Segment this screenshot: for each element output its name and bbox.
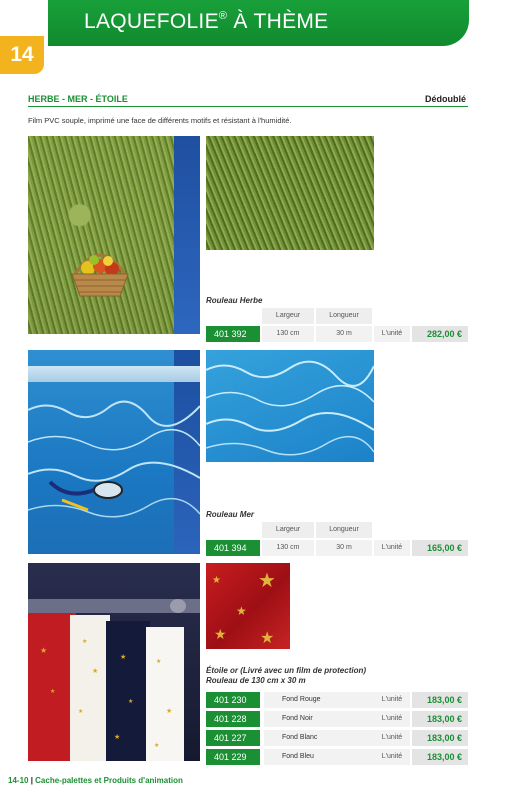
unit-label: L'unité <box>374 540 410 556</box>
sea-roll-photo <box>28 350 200 554</box>
unit-label: L'unité <box>374 749 410 765</box>
product-price: 183,00 € <box>412 730 468 746</box>
product-price: 282,00 € <box>412 326 468 342</box>
svg-text:★: ★ <box>258 570 276 592</box>
chapter-number-badge: 14 <box>0 36 44 74</box>
svg-text:★: ★ <box>128 698 133 705</box>
water-pattern <box>206 360 374 456</box>
water-pattern <box>28 400 200 518</box>
product-name-etoile: Étoile or (Livré avec un film de protect… <box>206 666 367 675</box>
product-ref: 401 227 <box>206 730 260 746</box>
variant-label: Fond Blanc <box>264 730 374 746</box>
length-header: Longueur <box>316 522 372 538</box>
svg-text:★: ★ <box>40 646 47 655</box>
svg-text:★: ★ <box>236 604 247 618</box>
product-price: 183,00 € <box>412 692 468 708</box>
sea-texture-swatch <box>206 350 374 462</box>
product-ref: 401 392 <box>206 326 260 342</box>
svg-text:★: ★ <box>154 742 159 749</box>
svg-text:★: ★ <box>166 707 172 715</box>
variant-label: Fond Noir <box>264 711 374 727</box>
unit-label: L'unité <box>374 711 410 727</box>
unit-label: L'unité <box>374 326 410 342</box>
product-name-herbe: Rouleau Herbe <box>206 296 263 305</box>
svg-text:★: ★ <box>50 688 55 695</box>
product-size-etoile: Rouleau de 130 cm x 30 m <box>206 676 306 685</box>
product-length: 30 m <box>316 326 372 342</box>
product-ref: 401 229 <box>206 749 260 765</box>
unit-label: L'unité <box>374 730 410 746</box>
width-header: Largeur <box>262 522 314 538</box>
product-name-mer: Rouleau Mer <box>206 510 255 519</box>
variant-label: Fond Bleu <box>264 749 374 765</box>
svg-text:★: ★ <box>78 708 83 715</box>
svg-text:★: ★ <box>260 630 274 647</box>
price-row-etoile-noir: 401 228 ★ Fond Noir L'unité 183,00 € <box>206 711 468 727</box>
product-width: 130 cm <box>262 540 314 556</box>
svg-text:★: ★ <box>120 653 126 661</box>
length-header: Longueur <box>316 308 372 324</box>
product-price: 165,00 € <box>412 540 468 556</box>
grass-texture-swatch <box>206 136 374 250</box>
star-rolls-image: ★ ★ ★ ★ ★ ★ ★ ★ ★ ★ ★ <box>28 599 200 761</box>
product-price: 183,00 € <box>412 749 468 765</box>
svg-text:★: ★ <box>156 658 161 665</box>
svg-text:★: ★ <box>114 733 120 741</box>
page-title: LAQUEFOLIE® À THÈME <box>84 10 329 33</box>
price-row-etoile-bleu: 401 229 ★ Fond Bleu L'unité 183,00 € <box>206 749 468 765</box>
section-variant: Dédoublé <box>424 94 466 104</box>
gold-stars-pattern: ★ ★ ★ ★ ★ <box>212 570 276 647</box>
section-description: Film PVC souple, imprimé une face de dif… <box>28 116 292 125</box>
price-row-herbe: 401 392 130 cm 30 m L'unité 282,00 € <box>206 326 468 342</box>
section-title: HERBE - MER - ÉTOILE <box>28 94 128 104</box>
variant-label: Fond Rouge <box>264 692 374 708</box>
svg-text:★: ★ <box>92 667 98 675</box>
product-length: 30 m <box>316 540 372 556</box>
price-row-mer: 401 394 130 cm 30 m L'unité 165,00 € <box>206 540 468 556</box>
svg-text:★: ★ <box>212 575 221 586</box>
star-rolls-photo: ★ ★ ★ ★ ★ ★ ★ ★ ★ ★ ★ <box>28 563 200 761</box>
product-ref: 401 228 <box>206 711 260 727</box>
width-header: Largeur <box>262 308 314 324</box>
price-row-etoile-rouge: 401 230 ★ Fond Rouge L'unité 183,00 € <box>206 692 468 708</box>
blue-backdrop <box>174 136 200 334</box>
product-price: 183,00 € <box>412 711 468 727</box>
unit-label: L'unité <box>374 692 410 708</box>
fruit-basket-image <box>71 253 129 297</box>
product-width: 130 cm <box>262 326 314 342</box>
svg-text:★: ★ <box>82 638 87 645</box>
section-divider <box>28 106 468 107</box>
product-ref: 401 394 <box>206 540 260 556</box>
star-texture-swatch: ★ ★ ★ ★ ★ <box>206 563 290 649</box>
grass-roll-photo <box>28 136 200 334</box>
svg-text:★: ★ <box>214 626 227 642</box>
price-row-etoile-blanc: 401 227 ★ Fond Blanc L'unité 183,00 € <box>206 730 468 746</box>
page-footer: 14-10 | Cache-palettes et Produits d'ani… <box>8 776 183 785</box>
product-ref: 401 230 <box>206 692 260 708</box>
